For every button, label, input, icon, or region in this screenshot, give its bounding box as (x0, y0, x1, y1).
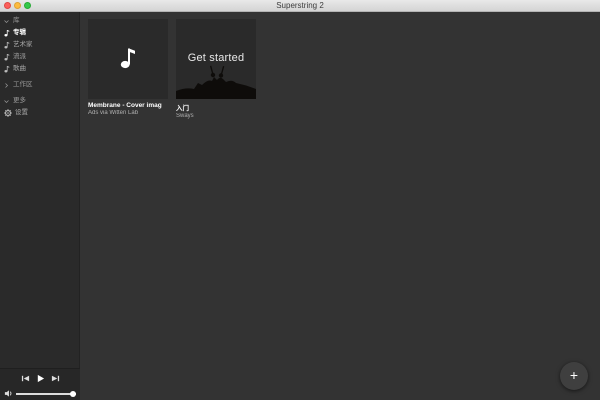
title-bar: Superstring 2 (0, 0, 600, 12)
volume-icon[interactable] (4, 389, 13, 398)
album-card[interactable]: Get started 入门 Sways (176, 19, 256, 119)
album-title: 入门 (176, 105, 189, 112)
album-title: Membrane - Cover imag (88, 102, 162, 109)
sidebar-item-albums[interactable]: 专辑 (4, 27, 26, 38)
sidebar-item-label: 艺术家 (13, 41, 33, 48)
player-controls (0, 368, 80, 400)
chevron-down-icon (4, 99, 9, 103)
volume-slider-handle[interactable] (70, 390, 76, 397)
more-section-label: 更多 (13, 97, 26, 104)
gear-icon (4, 108, 12, 117)
chevron-down-icon (4, 19, 9, 23)
workspace-section-header[interactable]: 工作区 (4, 80, 33, 90)
sidebar-item-settings[interactable]: 设置 (4, 107, 28, 118)
album-card[interactable]: Membrane - Cover imag Ads via Witten Lab (88, 19, 168, 116)
sidebar-item-label: 专辑 (13, 29, 26, 36)
sidebar-item-genres[interactable]: 流派 (4, 51, 26, 62)
play-icon[interactable] (36, 374, 45, 383)
album-cover[interactable] (88, 19, 168, 99)
chevron-right-icon (5, 82, 8, 88)
window-title: Superstring 2 (276, 1, 324, 10)
sidebar-item-artists[interactable]: 艺术家 (4, 39, 33, 50)
cover-caption: Get started (187, 52, 245, 64)
sidebar-item-label: 流派 (13, 53, 26, 60)
previous-track-icon[interactable] (21, 374, 30, 383)
library-section-header[interactable]: 库 (4, 16, 20, 26)
album-subtitle: Sways (176, 113, 194, 119)
music-note-icon (4, 41, 10, 48)
album-subtitle: Ads via Witten Lab (88, 110, 139, 116)
sidebar-item-songs[interactable]: 歌曲 (4, 63, 26, 74)
workspace-section-label: 工作区 (13, 81, 33, 88)
next-track-icon[interactable] (51, 374, 60, 383)
music-note-icon (4, 65, 10, 72)
music-note-icon (120, 48, 135, 69)
volume-slider[interactable] (16, 393, 76, 395)
library-section-label: 库 (13, 17, 20, 24)
more-section-header[interactable]: 更多 (4, 96, 26, 106)
music-note-icon (4, 29, 10, 36)
music-note-icon (4, 53, 10, 60)
sidebar-item-label: 歌曲 (13, 65, 26, 72)
album-grid: Membrane - Cover imag Ads via Witten Lab… (81, 12, 600, 400)
sidebar-item-label: 设置 (15, 109, 28, 116)
add-button[interactable]: + (560, 362, 588, 390)
sidebar: 库 专辑 艺术家 流派 歌曲 工作区 更多 设置 (0, 12, 80, 400)
album-cover[interactable]: Get started (176, 19, 256, 99)
